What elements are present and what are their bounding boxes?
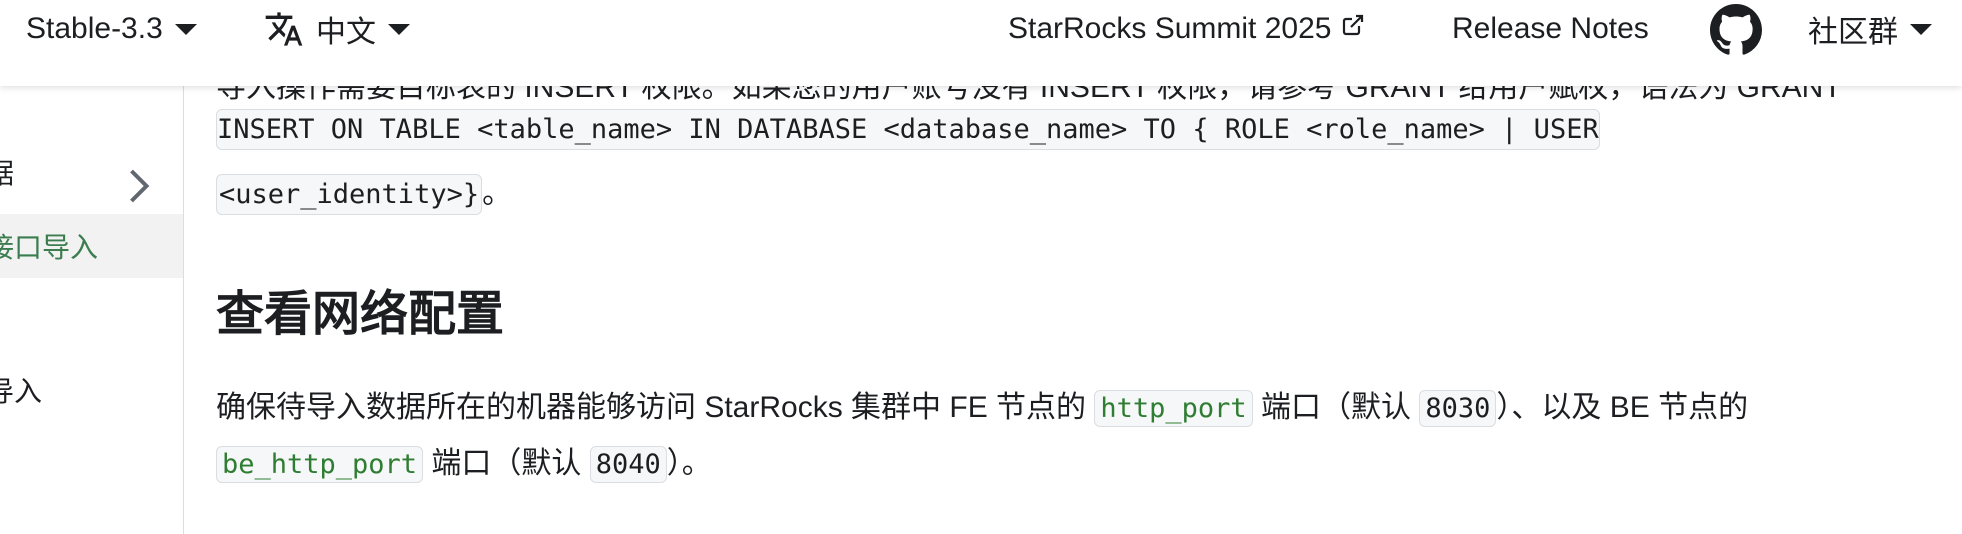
- sidebar-item[interactable]: 据: [0, 140, 183, 204]
- chevron-down-icon: [1910, 23, 1932, 35]
- top-navbar: Stable-3.3 中文 StarRocks Summit 2025 Rele…: [0, 0, 1962, 86]
- inline-code-be-http-port: be_http_port: [216, 446, 424, 483]
- grant-syntax-line-1: INSERT ON TABLE <table_name> IN DATABASE…: [216, 109, 1600, 150]
- inline-code-8040: 8040: [589, 446, 667, 483]
- sidebar-item-label: 导入: [0, 376, 43, 407]
- grant-syntax-line-2: <user_identity>}。: [216, 168, 513, 215]
- sidebar-item-label: 接口导入: [0, 232, 99, 263]
- external-link-icon: [1343, 14, 1364, 36]
- inline-code: <user_identity>}: [216, 174, 483, 215]
- paragraph-line-2: be_http_port 端口（默认 8040）。: [216, 438, 712, 483]
- sidebar-item[interactable]: 导入: [0, 358, 183, 422]
- punctuation: 。: [482, 177, 513, 210]
- github-icon[interactable]: [1710, 4, 1762, 56]
- inline-code-http-port: http_port: [1094, 390, 1253, 427]
- chevron-down-icon: [388, 23, 410, 35]
- language-label: 中文: [316, 16, 376, 49]
- community-dropdown[interactable]: 社区群: [1808, 0, 1932, 58]
- paragraph-text: ）、以及 BE 节点的: [1496, 391, 1749, 424]
- section-title: 查看网络配置: [216, 288, 505, 341]
- version-dropdown[interactable]: Stable-3.3: [26, 0, 197, 58]
- paragraph-text: 端口（默认: [1252, 391, 1420, 424]
- summit-label: StarRocks Summit 2025: [1008, 12, 1332, 45]
- paragraph-text: 确保待导入数据所在的机器能够访问 StarRocks 集群中 FE 节点的: [216, 391, 1095, 424]
- paragraph-text: 端口（默认: [423, 447, 590, 480]
- chevron-down-icon: [174, 23, 197, 35]
- version-label: Stable-3.3: [26, 12, 163, 45]
- docs-sidebar: 据 接口导入 导入: [0, 86, 184, 534]
- language-dropdown[interactable]: 中文: [264, 0, 410, 58]
- summit-link[interactable]: StarRocks Summit 2025: [1008, 0, 1365, 58]
- translate-icon: [265, 12, 303, 46]
- sidebar-item-active[interactable]: 接口导入: [0, 214, 183, 278]
- community-label: 社区群: [1808, 16, 1898, 49]
- inline-code-8030: 8030: [1419, 390, 1497, 427]
- inline-code: INSERT ON TABLE <table_name> IN DATABASE…: [216, 109, 1600, 150]
- sidebar-item-label: 据: [0, 158, 15, 189]
- paragraph-line-1: 确保待导入数据所在的机器能够访问 StarRocks 集群中 FE 节点的 ht…: [216, 382, 1749, 427]
- paragraph-text: ）。: [666, 447, 712, 480]
- release-notes-link[interactable]: Release Notes: [1452, 0, 1649, 58]
- release-notes-label: Release Notes: [1452, 12, 1649, 45]
